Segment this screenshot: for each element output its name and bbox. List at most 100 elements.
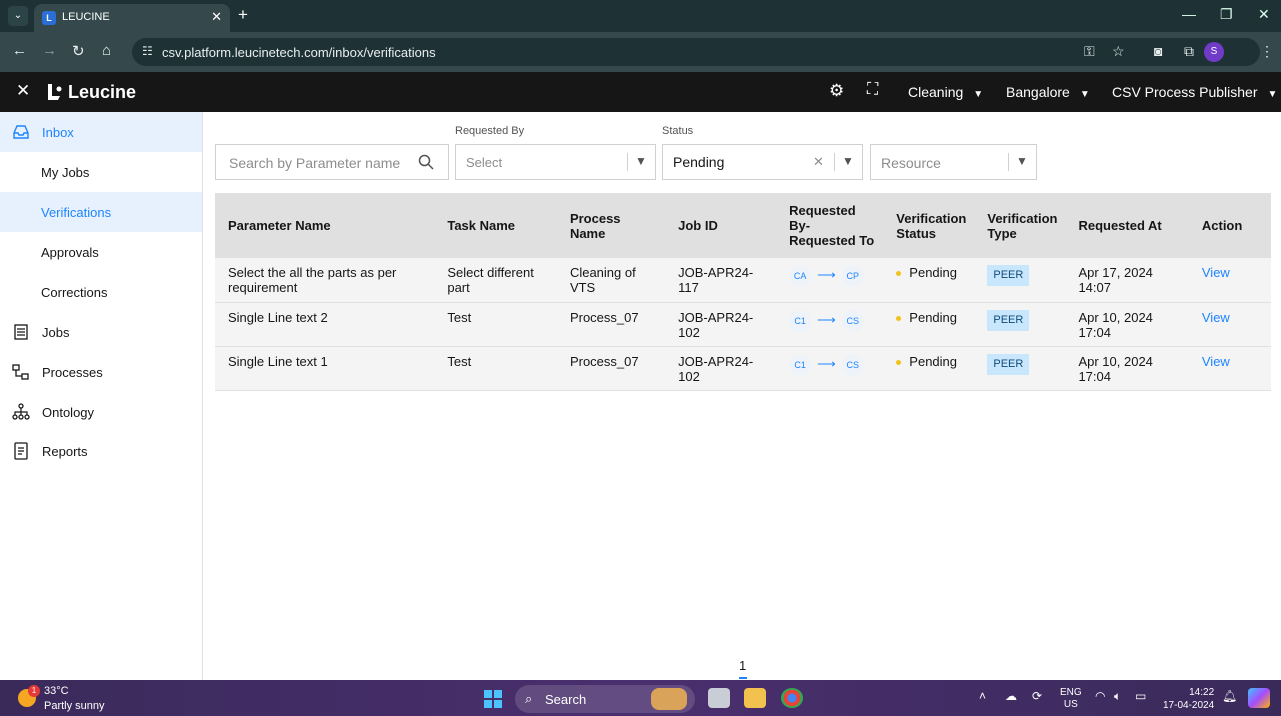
address-bar[interactable]: ☷ csv.platform.leucinetech.com/inbox/ver…	[132, 38, 1274, 66]
process-name: Process_07	[569, 353, 639, 369]
password-key-icon[interactable]: ⚿	[1084, 43, 1095, 60]
column-header: Parameter Name	[228, 218, 331, 233]
facility-dropdown[interactable]: Cleaning ▼	[908, 84, 983, 100]
window-close-icon[interactable]: ✕	[1258, 6, 1270, 23]
task-view-icon[interactable]	[708, 688, 730, 708]
site-info-icon[interactable]: ☷	[142, 44, 153, 58]
requested-by-label: Requested By	[455, 125, 525, 137]
onedrive-cloud-icon[interactable]: ☁	[1005, 689, 1017, 703]
table-row[interactable]: Select the all the parts as per requirem…	[215, 258, 1271, 302]
requestee-avatar: CS	[841, 353, 864, 376]
sidebar-item-corrections[interactable]: Corrections	[0, 272, 202, 312]
url-text: csv.platform.leucinetech.com/inbox/verif…	[162, 45, 436, 60]
browser-tab[interactable]: L LEUCINE ✕	[34, 4, 230, 32]
requested-by-value: Select	[466, 155, 503, 170]
clear-x-icon[interactable]: ✕	[813, 154, 824, 170]
role-dropdown[interactable]: CSV Process Publisher ▼	[1112, 84, 1277, 100]
verification-status: Pending	[883, 346, 974, 390]
status-value: Pending	[673, 154, 725, 170]
scan-qr-icon[interactable]: ⛶	[867, 81, 878, 99]
show-hidden-icons-chevron-icon[interactable]: ˄	[979, 689, 986, 703]
tab-close-icon[interactable]: ✕	[211, 9, 222, 25]
leucine-favicon-icon: L	[42, 11, 56, 25]
chevron-down-icon[interactable]: ▼	[842, 154, 854, 168]
location-dropdown[interactable]: Bangalore ▼	[1006, 84, 1090, 100]
requested-at: Apr 10, 2024 17:04	[1078, 353, 1153, 384]
close-nav-icon[interactable]: ✕	[16, 81, 30, 101]
sidebar-item-verifications[interactable]: Verifications	[0, 192, 202, 232]
minimize-icon[interactable]: —	[1182, 6, 1196, 22]
file-explorer-icon[interactable]	[744, 688, 766, 708]
weather-badge: 1	[28, 685, 40, 697]
column-header: Verification Type	[987, 210, 1058, 241]
settings-gear-icon[interactable]: ⚙	[829, 81, 844, 101]
wifi-icon[interactable]: ◠	[1095, 689, 1105, 703]
chevron-down-icon[interactable]: ▼	[1016, 154, 1028, 168]
job-id: JOB-APR24-102	[678, 353, 754, 384]
type-badge: PEER	[987, 265, 1030, 286]
battery-icon[interactable]: ▭	[1135, 689, 1146, 703]
sidebar-item-approvals[interactable]: Approvals	[0, 232, 202, 272]
language-indicator[interactable]: ENG US	[1060, 687, 1082, 711]
divider	[834, 153, 835, 171]
resource-select[interactable]: Resource ▼	[870, 144, 1037, 180]
back-arrow-icon[interactable]: ←	[12, 42, 27, 59]
volume-icon[interactable]: 🔈︎	[1114, 689, 1121, 704]
tab-search-chevron-icon[interactable]: ⌄	[8, 6, 28, 26]
browser-menu-icon[interactable]: ⋮	[1260, 43, 1274, 60]
table-row[interactable]: Single Line text 1 Test Process_07 JOB-A…	[215, 346, 1271, 390]
status-text: Pending	[909, 265, 958, 280]
clock-date: 17-04-2024	[1163, 700, 1215, 711]
windows-start-icon[interactable]	[484, 690, 502, 708]
requester-avatar: C1	[789, 353, 812, 376]
profile-avatar[interactable]: S	[1204, 42, 1224, 62]
chrome-browser-icon[interactable]	[781, 688, 803, 708]
new-tab-plus-icon[interactable]: +	[238, 5, 248, 25]
requested-by-select[interactable]: Select ▼	[455, 144, 656, 180]
column-header: Action	[1201, 218, 1243, 233]
notification-bell-icon[interactable]: 🔔︎	[1222, 689, 1237, 703]
sidebar-item-label: Ontology	[42, 405, 95, 420]
search-input[interactable]: Search by Parameter name	[215, 144, 449, 180]
chevron-down-icon[interactable]: ▼	[635, 154, 647, 168]
chevron-down-icon: ▼	[973, 89, 984, 100]
view-link[interactable]: View	[1202, 265, 1230, 280]
home-icon[interactable]: ⌂	[102, 42, 111, 59]
browser-toolbar: ← → ↻ ⌂ ☷ csv.platform.leucinetech.com/i…	[0, 32, 1281, 72]
search-icon: ⌕	[525, 691, 533, 706]
sidebar-item-jobs[interactable]: Jobs	[0, 312, 202, 352]
reload-icon[interactable]: ↻	[72, 42, 85, 60]
sidebar-item-inbox[interactable]: Inbox	[0, 112, 202, 152]
sidebar-item-label: Verifications	[41, 205, 112, 220]
status-select[interactable]: Pending ✕ ▼	[662, 144, 863, 180]
sidebar-item-reports[interactable]: Reports	[0, 431, 202, 471]
table-row[interactable]: Single Line text 2 Test Process_07 JOB-A…	[215, 302, 1271, 346]
copilot-icon[interactable]	[1248, 688, 1270, 708]
jobs-checklist-icon	[14, 324, 28, 340]
taskbar-search[interactable]: ⌕ Search	[515, 685, 695, 713]
pagination-page-1[interactable]: 1	[739, 658, 746, 673]
process-name: Process_07	[569, 309, 639, 325]
verification-status: Pending	[883, 258, 974, 302]
forward-arrow-icon[interactable]: →	[42, 42, 57, 59]
job-id: JOB-APR24-117	[678, 265, 754, 295]
view-link[interactable]: View	[1202, 310, 1230, 325]
task-name: Select different part	[447, 265, 534, 295]
system-clock[interactable]: 14:22 17-04-2024	[1163, 686, 1214, 712]
column-header: Verification Status	[896, 210, 967, 241]
sync-icon[interactable]: ⟳	[1032, 689, 1042, 703]
requested-at: Apr 10, 2024 17:04	[1078, 309, 1153, 340]
restore-icon[interactable]: ❐	[1220, 6, 1233, 23]
search-highlight-icon	[651, 688, 687, 710]
view-link[interactable]: View	[1202, 354, 1230, 369]
search-icon[interactable]	[418, 154, 434, 170]
arrow-right-icon: ⟶	[817, 311, 836, 327]
requested-by-to: CA ⟶ CP	[776, 258, 883, 302]
extensions-puzzle-icon[interactable]: ⧉	[1184, 43, 1194, 60]
sidebar-item-my-jobs[interactable]: My Jobs	[0, 152, 202, 192]
sidebar-item-ontology[interactable]: Ontology	[0, 392, 202, 432]
bookmark-star-icon[interactable]: ☆	[1112, 43, 1125, 60]
sidebar-item-processes[interactable]: Processes	[0, 352, 202, 392]
status-dot-icon	[896, 271, 902, 277]
screenshot-camera-icon[interactable]: ◙	[1154, 43, 1162, 59]
